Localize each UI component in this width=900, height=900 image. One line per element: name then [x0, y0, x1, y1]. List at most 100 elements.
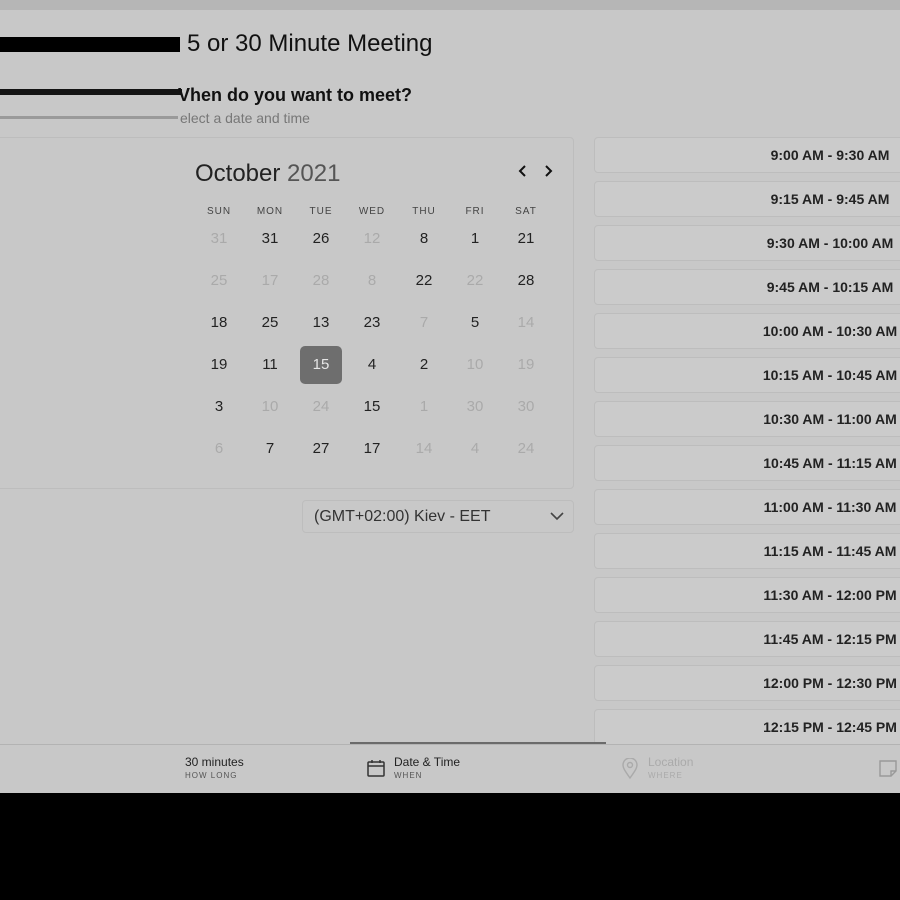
weekday-header: THU	[412, 206, 436, 217]
calendar-day[interactable]: 4	[351, 346, 393, 384]
time-slot-button[interactable]: 10:45 AM - 11:15 AM	[594, 445, 900, 481]
time-slot-button[interactable]: 9:45 AM - 10:15 AM	[594, 269, 900, 305]
calendar-day[interactable]: 8	[403, 220, 445, 258]
time-slot-label: 9:45 AM - 10:15 AM	[766, 279, 894, 295]
next-month-button[interactable]	[540, 162, 556, 183]
time-slot-button[interactable]: 9:30 AM - 10:00 AM	[594, 225, 900, 261]
calendar-icon	[367, 760, 385, 777]
time-slot-label: 11:30 AM - 12:00 PM	[763, 587, 897, 603]
time-slot-label: 9:15 AM - 9:45 AM	[770, 191, 890, 207]
calendar-day[interactable]: 18	[198, 304, 240, 342]
time-slot-label: 11:00 AM - 11:30 AM	[763, 499, 897, 515]
calendar-day: 12	[363, 230, 381, 247]
time-slot-button[interactable]: 9:15 AM - 9:45 AM	[594, 181, 900, 217]
chevron-left-icon	[518, 165, 526, 177]
weekday-header: SAT	[515, 206, 537, 217]
time-slot-label: 12:15 PM - 12:45 PM	[763, 719, 897, 735]
calendar-day: 22	[466, 272, 484, 289]
redacted-block	[0, 37, 180, 52]
weekday-header: FRI	[465, 206, 485, 217]
time-slot-label: 12:00 PM - 12:30 PM	[763, 675, 897, 691]
calendar-day[interactable]: 19	[198, 346, 240, 384]
calendar-day[interactable]: 21	[505, 220, 547, 258]
calendar-day[interactable]: 13	[300, 304, 342, 342]
time-slot-button[interactable]: 11:45 AM - 12:15 PM	[594, 621, 900, 657]
chevron-down-icon	[550, 512, 564, 521]
redacted-block	[0, 89, 182, 95]
calendar-day: 25	[210, 272, 228, 289]
top-bar	[0, 0, 900, 10]
calendar-day: 19	[517, 356, 535, 373]
calendar-day[interactable]: 17	[351, 430, 393, 468]
time-slot-label: 11:45 AM - 12:15 PM	[763, 631, 897, 647]
calendar-day[interactable]: 28	[505, 262, 547, 300]
scheduler-screen: 5 or 30 Minute Meeting Vhen do you want …	[0, 0, 900, 793]
calendar-day[interactable]: 2	[403, 346, 445, 384]
step-location[interactable]: Location WHERE	[648, 755, 693, 780]
time-slot-button[interactable]: 11:30 AM - 12:00 PM	[594, 577, 900, 613]
time-slot-button[interactable]: 10:30 AM - 11:00 AM	[594, 401, 900, 437]
time-slot-button[interactable]: 12:15 PM - 12:45 PM	[594, 709, 900, 745]
question-subtitle: elect a date and time	[180, 110, 310, 126]
time-slot-label: 10:00 AM - 10:30 AM	[762, 323, 898, 339]
time-slot-button[interactable]: 9:00 AM - 9:30 AM	[594, 137, 900, 173]
calendar-day: 10	[466, 356, 484, 373]
time-slot-label: 10:45 AM - 11:15 AM	[763, 455, 897, 471]
calendar-day: 10	[261, 398, 279, 415]
timezone-label: (GMT+02:00) Kiev - EET	[314, 508, 491, 525]
calendar-day: 28	[312, 272, 330, 289]
step-location-sub: WHERE	[648, 771, 683, 780]
step-date-time[interactable]: Date & Time WHEN	[394, 755, 460, 780]
calendar-month: October	[195, 160, 281, 187]
calendar-day: 14	[517, 314, 535, 331]
question-heading: Vhen do you want to meet?	[178, 85, 413, 105]
calendar-day: 24	[517, 440, 535, 457]
chevron-right-icon	[545, 165, 553, 177]
time-slot-button[interactable]: 11:00 AM - 11:30 AM	[594, 489, 900, 525]
calendar-day: 17	[261, 272, 279, 289]
calendar-day: 31	[210, 230, 228, 247]
step-duration[interactable]: 30 minutes HOW LONG	[185, 755, 244, 780]
calendar-day[interactable]: 26	[300, 220, 342, 258]
calendar-day[interactable]: 25	[249, 304, 291, 342]
time-slot-label: 10:15 AM - 10:45 AM	[762, 367, 898, 383]
time-slot-button[interactable]: 11:15 AM - 11:45 AM	[594, 533, 900, 569]
calendar-day[interactable]: 5	[454, 304, 496, 342]
calendar-day[interactable]: 23	[351, 304, 393, 342]
calendar-day[interactable]: 22	[403, 262, 445, 300]
calendar-day: 24	[312, 398, 330, 415]
step-duration-label: 30 minutes	[185, 755, 244, 769]
step-duration-sub: HOW LONG	[185, 771, 238, 780]
redacted-block	[0, 116, 178, 119]
calendar-day[interactable]: 11	[249, 346, 291, 384]
calendar-day[interactable]: 1	[454, 220, 496, 258]
step-date-time-label: Date & Time	[394, 755, 461, 769]
calendar-day[interactable]: 27	[300, 430, 342, 468]
calendar-day: 14	[415, 440, 433, 457]
calendar-day-selected[interactable]: 15	[300, 346, 342, 384]
calendar-day[interactable]: 3	[198, 388, 240, 426]
calendar-month-year: October 2021	[195, 160, 340, 188]
steps-footer: 30 minutes HOW LONG Date & Time WHEN Loc…	[0, 744, 900, 793]
time-slot-button[interactable]: 10:00 AM - 10:30 AM	[594, 313, 900, 349]
weekday-header: TUE	[309, 206, 333, 217]
calendar-day[interactable]: 15	[351, 388, 393, 426]
step-date-time-sub: WHEN	[394, 771, 423, 780]
weekday-header: MON	[256, 206, 284, 217]
calendar-day: 4	[470, 440, 480, 457]
calendar-day[interactable]: 31	[249, 220, 291, 258]
note-icon[interactable]	[878, 758, 898, 778]
time-slot-button[interactable]: 10:15 AM - 10:45 AM	[594, 357, 900, 393]
timezone-select[interactable]: (GMT+02:00) Kiev - EET	[302, 500, 574, 533]
time-slot-button[interactable]: 12:00 PM - 12:30 PM	[594, 665, 900, 701]
calendar-day[interactable]: 7	[249, 430, 291, 468]
step-location-label: Location	[648, 755, 694, 769]
time-slot-label: 10:30 AM - 11:00 AM	[763, 411, 897, 427]
prev-month-button[interactable]	[515, 162, 531, 183]
calendar-year: 2021	[287, 160, 341, 187]
weekday-header: WED	[358, 206, 386, 217]
calendar-day: 7	[419, 314, 429, 331]
page-title: 5 or 30 Minute Meeting	[187, 30, 433, 57]
time-slot-label: 11:15 AM - 11:45 AM	[763, 543, 897, 559]
calendar-day: 1	[419, 398, 429, 415]
